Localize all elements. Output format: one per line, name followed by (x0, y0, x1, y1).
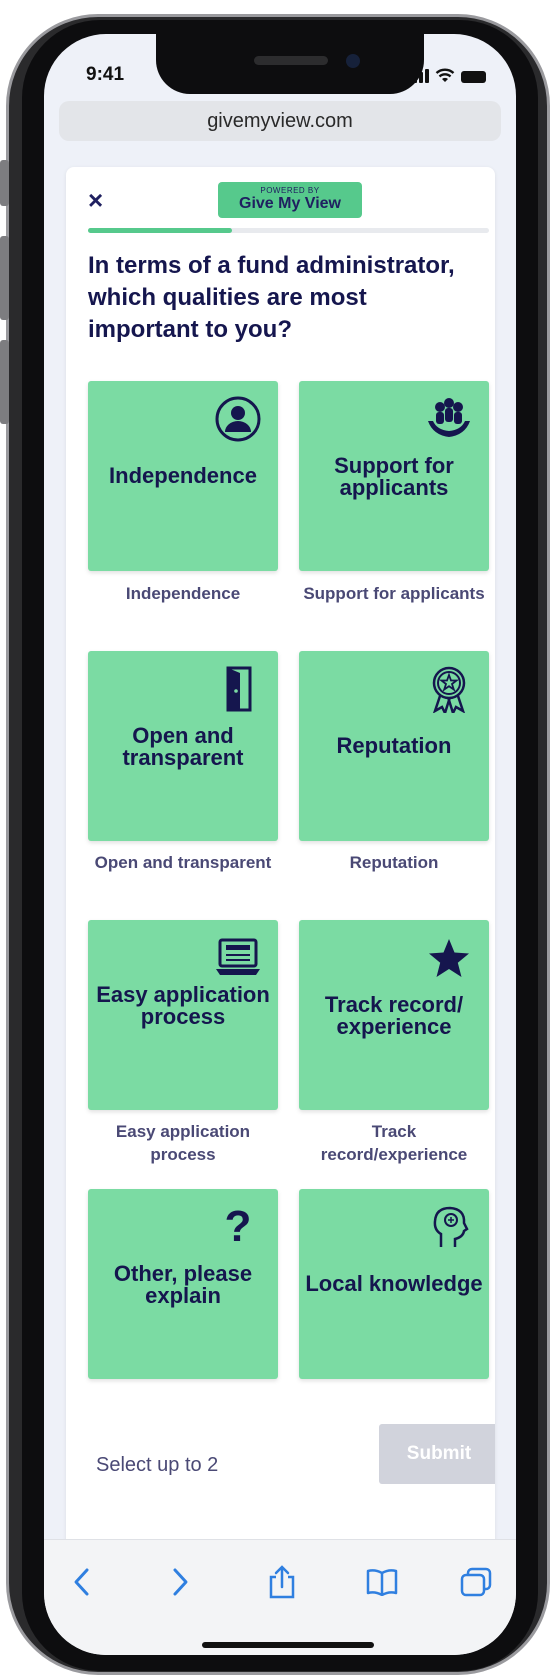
brand-name: Give My View (239, 195, 341, 212)
tile-label: Reputation (336, 733, 452, 758)
option-caption: Reputation (349, 853, 439, 872)
tile-label: Open and transparent (122, 723, 244, 770)
question-mark-icon: ? (224, 1202, 252, 1251)
apply-laptop-icon (216, 938, 260, 975)
volume-up-button (0, 236, 9, 320)
question-title: In terms of a fund administrator, which … (88, 252, 455, 343)
award-ribbon-icon (432, 666, 466, 713)
option-tile-easy-application-process[interactable]: Easy application process (88, 920, 278, 1110)
brand-badge: POWERED BY Give My View (218, 182, 362, 218)
survey-footer: Select up to 2 Submit (66, 1417, 495, 1549)
community-hands-icon (428, 398, 470, 437)
option-caption: Open and transparent (94, 853, 272, 872)
option-tile-other[interactable]: ? Other, please explain (88, 1189, 278, 1379)
survey-card: × POWERED BY Give My View In terms of a … (66, 167, 495, 1549)
star-icon (429, 939, 469, 977)
battery-icon (461, 71, 486, 83)
tile-label: Other, please explain (113, 1261, 253, 1308)
person-circle-icon (215, 396, 261, 442)
status-time: 9:41 (86, 64, 125, 85)
book-icon (366, 1569, 398, 1596)
option-caption: Independence (125, 584, 241, 603)
option-caption: Easy application process (115, 1122, 251, 1164)
url-text: givemyview.com (207, 109, 353, 132)
submit-button[interactable]: Submit (379, 1424, 495, 1484)
tile-label: Support for applicants (334, 453, 454, 500)
browser-toolbar (44, 1539, 516, 1655)
front-camera (346, 54, 360, 68)
progress-fill (88, 228, 233, 233)
option-tile-open-and-transparent[interactable]: Open and transparent (88, 651, 278, 841)
brand-powered-by: POWERED BY (260, 186, 320, 195)
phone-screen: 9:41 givemyview.com × POWERED BY Give My… (44, 34, 516, 1655)
progress-bar (88, 228, 489, 233)
tile-label: Track record/ experience (324, 992, 464, 1039)
option-tile-support-for-applicants[interactable]: Support for applicants (299, 381, 489, 571)
tabs-button[interactable] (456, 1562, 496, 1602)
home-indicator (202, 1642, 374, 1648)
volume-down-button (0, 340, 9, 424)
forward-button[interactable] (160, 1562, 200, 1602)
back-button[interactable] (62, 1562, 102, 1602)
tile-label: Independence (109, 463, 257, 488)
close-button[interactable]: × (88, 187, 103, 213)
selection-hint: Select up to 2 (96, 1454, 219, 1476)
head-brain-icon (433, 1206, 469, 1247)
option-tile-reputation[interactable]: Reputation (299, 651, 489, 841)
chevron-left-icon (74, 1568, 89, 1596)
silent-switch (0, 160, 9, 206)
chevron-right-icon (173, 1568, 188, 1596)
tile-label: Local knowledge (305, 1271, 483, 1296)
option-caption: Track record/experience (320, 1122, 468, 1164)
option-tile-independence[interactable]: Independence (88, 381, 278, 571)
address-bar[interactable]: givemyview.com (59, 101, 501, 141)
earpiece-speaker (254, 56, 328, 65)
option-tile-local-knowledge[interactable]: Local knowledge (299, 1189, 489, 1379)
door-icon (226, 666, 252, 712)
notch (156, 34, 424, 94)
bookmarks-button[interactable] (362, 1562, 402, 1602)
option-tile-track-record[interactable]: Track record/ experience (299, 920, 489, 1110)
share-icon (269, 1565, 295, 1599)
share-button[interactable] (262, 1562, 302, 1602)
tile-label: Easy application process (96, 982, 270, 1029)
tabs-icon (460, 1567, 492, 1597)
wifi-icon (435, 68, 455, 82)
option-caption: Support for applicants (303, 584, 485, 603)
